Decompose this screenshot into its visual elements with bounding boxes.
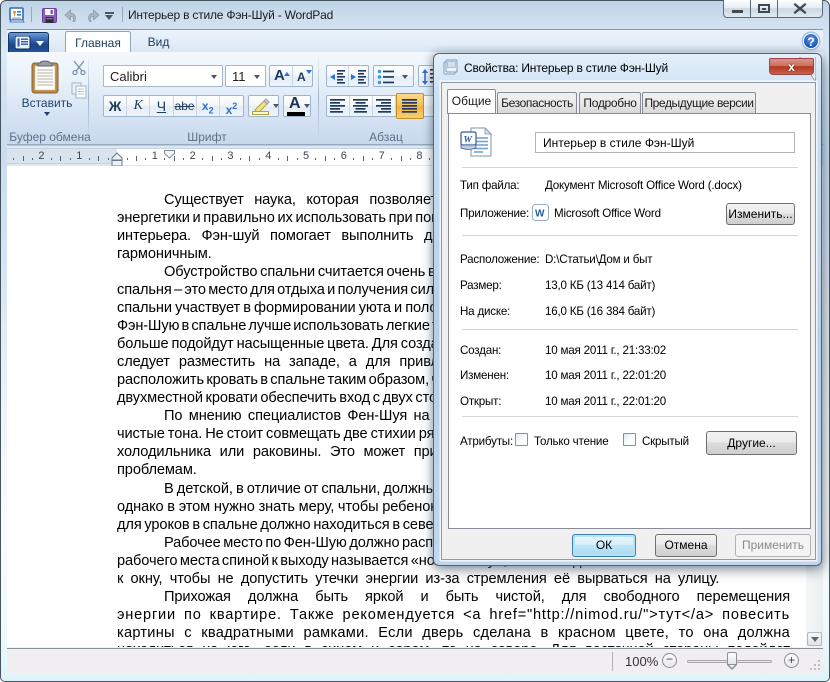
- svg-text:W: W: [535, 209, 545, 220]
- svg-text:W: W: [464, 136, 473, 146]
